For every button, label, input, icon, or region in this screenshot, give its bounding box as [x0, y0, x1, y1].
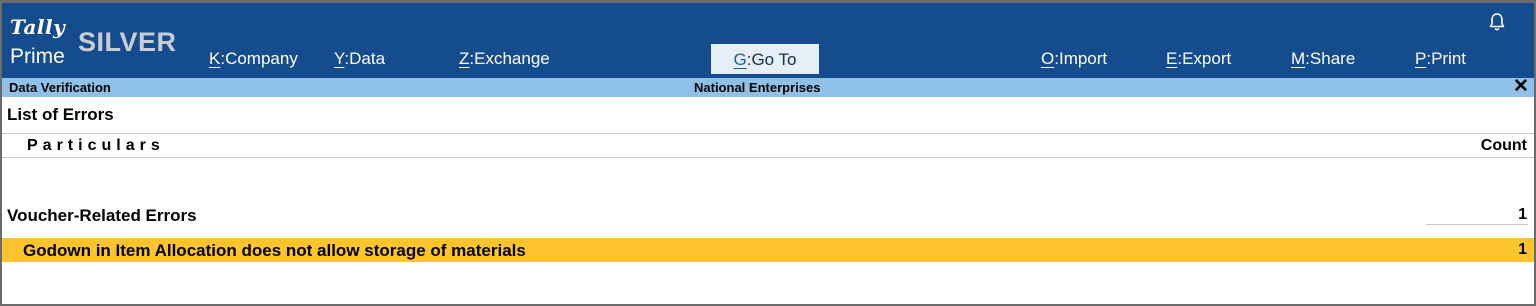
column-header-count: Count: [1480, 137, 1527, 154]
divider: [2, 157, 1534, 158]
menu-shortcut-key: Y: [334, 49, 345, 68]
menu-shortcut-key: O: [1041, 49, 1055, 68]
menu-shortcut-key: P: [1415, 49, 1427, 68]
menu-data[interactable]: Y:Data: [334, 49, 385, 69]
error-group-row[interactable]: Voucher-Related Errors 1: [2, 204, 1534, 226]
close-icon[interactable]: ✕: [1513, 77, 1529, 96]
error-item-row-selected[interactable]: Godown in Item Allocation does not allow…: [2, 238, 1534, 262]
menu-label: Data: [349, 49, 386, 68]
logo-brand: Tally: [10, 15, 66, 39]
divider: [2, 133, 1534, 134]
error-group-count: 1: [1518, 206, 1527, 223]
menu-shortcut-key: K: [209, 49, 221, 68]
menu-label: Export: [1182, 49, 1232, 68]
logo-product: Prime: [10, 45, 65, 68]
tally-prime-logo: Tally Prime SILVER: [8, 15, 198, 75]
error-item-label: Godown in Item Allocation does not allow…: [23, 241, 526, 260]
menu-print[interactable]: P:Print: [1415, 49, 1466, 69]
title-bar: Data Verification National Enterprises ✕: [2, 77, 1534, 97]
report-title: List of Errors: [7, 105, 114, 124]
top-menu-bar: Tally Prime SILVER K:Company Y:Data Z:Ex…: [2, 3, 1534, 81]
app-window: Tally Prime SILVER K:Company Y:Data Z:Ex…: [0, 0, 1536, 306]
error-group-label: Voucher-Related Errors: [7, 206, 197, 225]
menu-shortcut-key: G: [733, 50, 747, 69]
menu-shortcut-key: M: [1291, 49, 1306, 68]
column-header-particulars: Particulars: [27, 137, 165, 154]
count-underline: [1426, 224, 1528, 225]
menu-import[interactable]: O:Import: [1041, 49, 1107, 69]
menu-label: Import: [1058, 49, 1108, 68]
menu-shortcut-key: E: [1166, 49, 1178, 68]
menu-label: Go To: [751, 50, 797, 69]
bell-icon[interactable]: [1488, 12, 1506, 32]
menu-label: Print: [1431, 49, 1467, 68]
menu-exchange[interactable]: Z:Exchange: [459, 49, 550, 69]
menu-export[interactable]: E:Export: [1166, 49, 1231, 69]
menu-label: Company: [225, 49, 298, 68]
menu-company[interactable]: K:Company: [209, 49, 298, 69]
logo-edition: SILVER: [78, 27, 177, 57]
error-item-count: 1: [1518, 241, 1527, 258]
menu-goto[interactable]: G:Go To: [711, 44, 819, 74]
menu-shortcut-key: Z: [459, 49, 470, 68]
company-name: National Enterprises: [694, 80, 821, 95]
menu-share[interactable]: M:Share: [1291, 49, 1355, 69]
menu-label: Share: [1309, 49, 1356, 68]
menu-label: Exchange: [474, 49, 550, 68]
screen-name: Data Verification: [9, 80, 111, 95]
